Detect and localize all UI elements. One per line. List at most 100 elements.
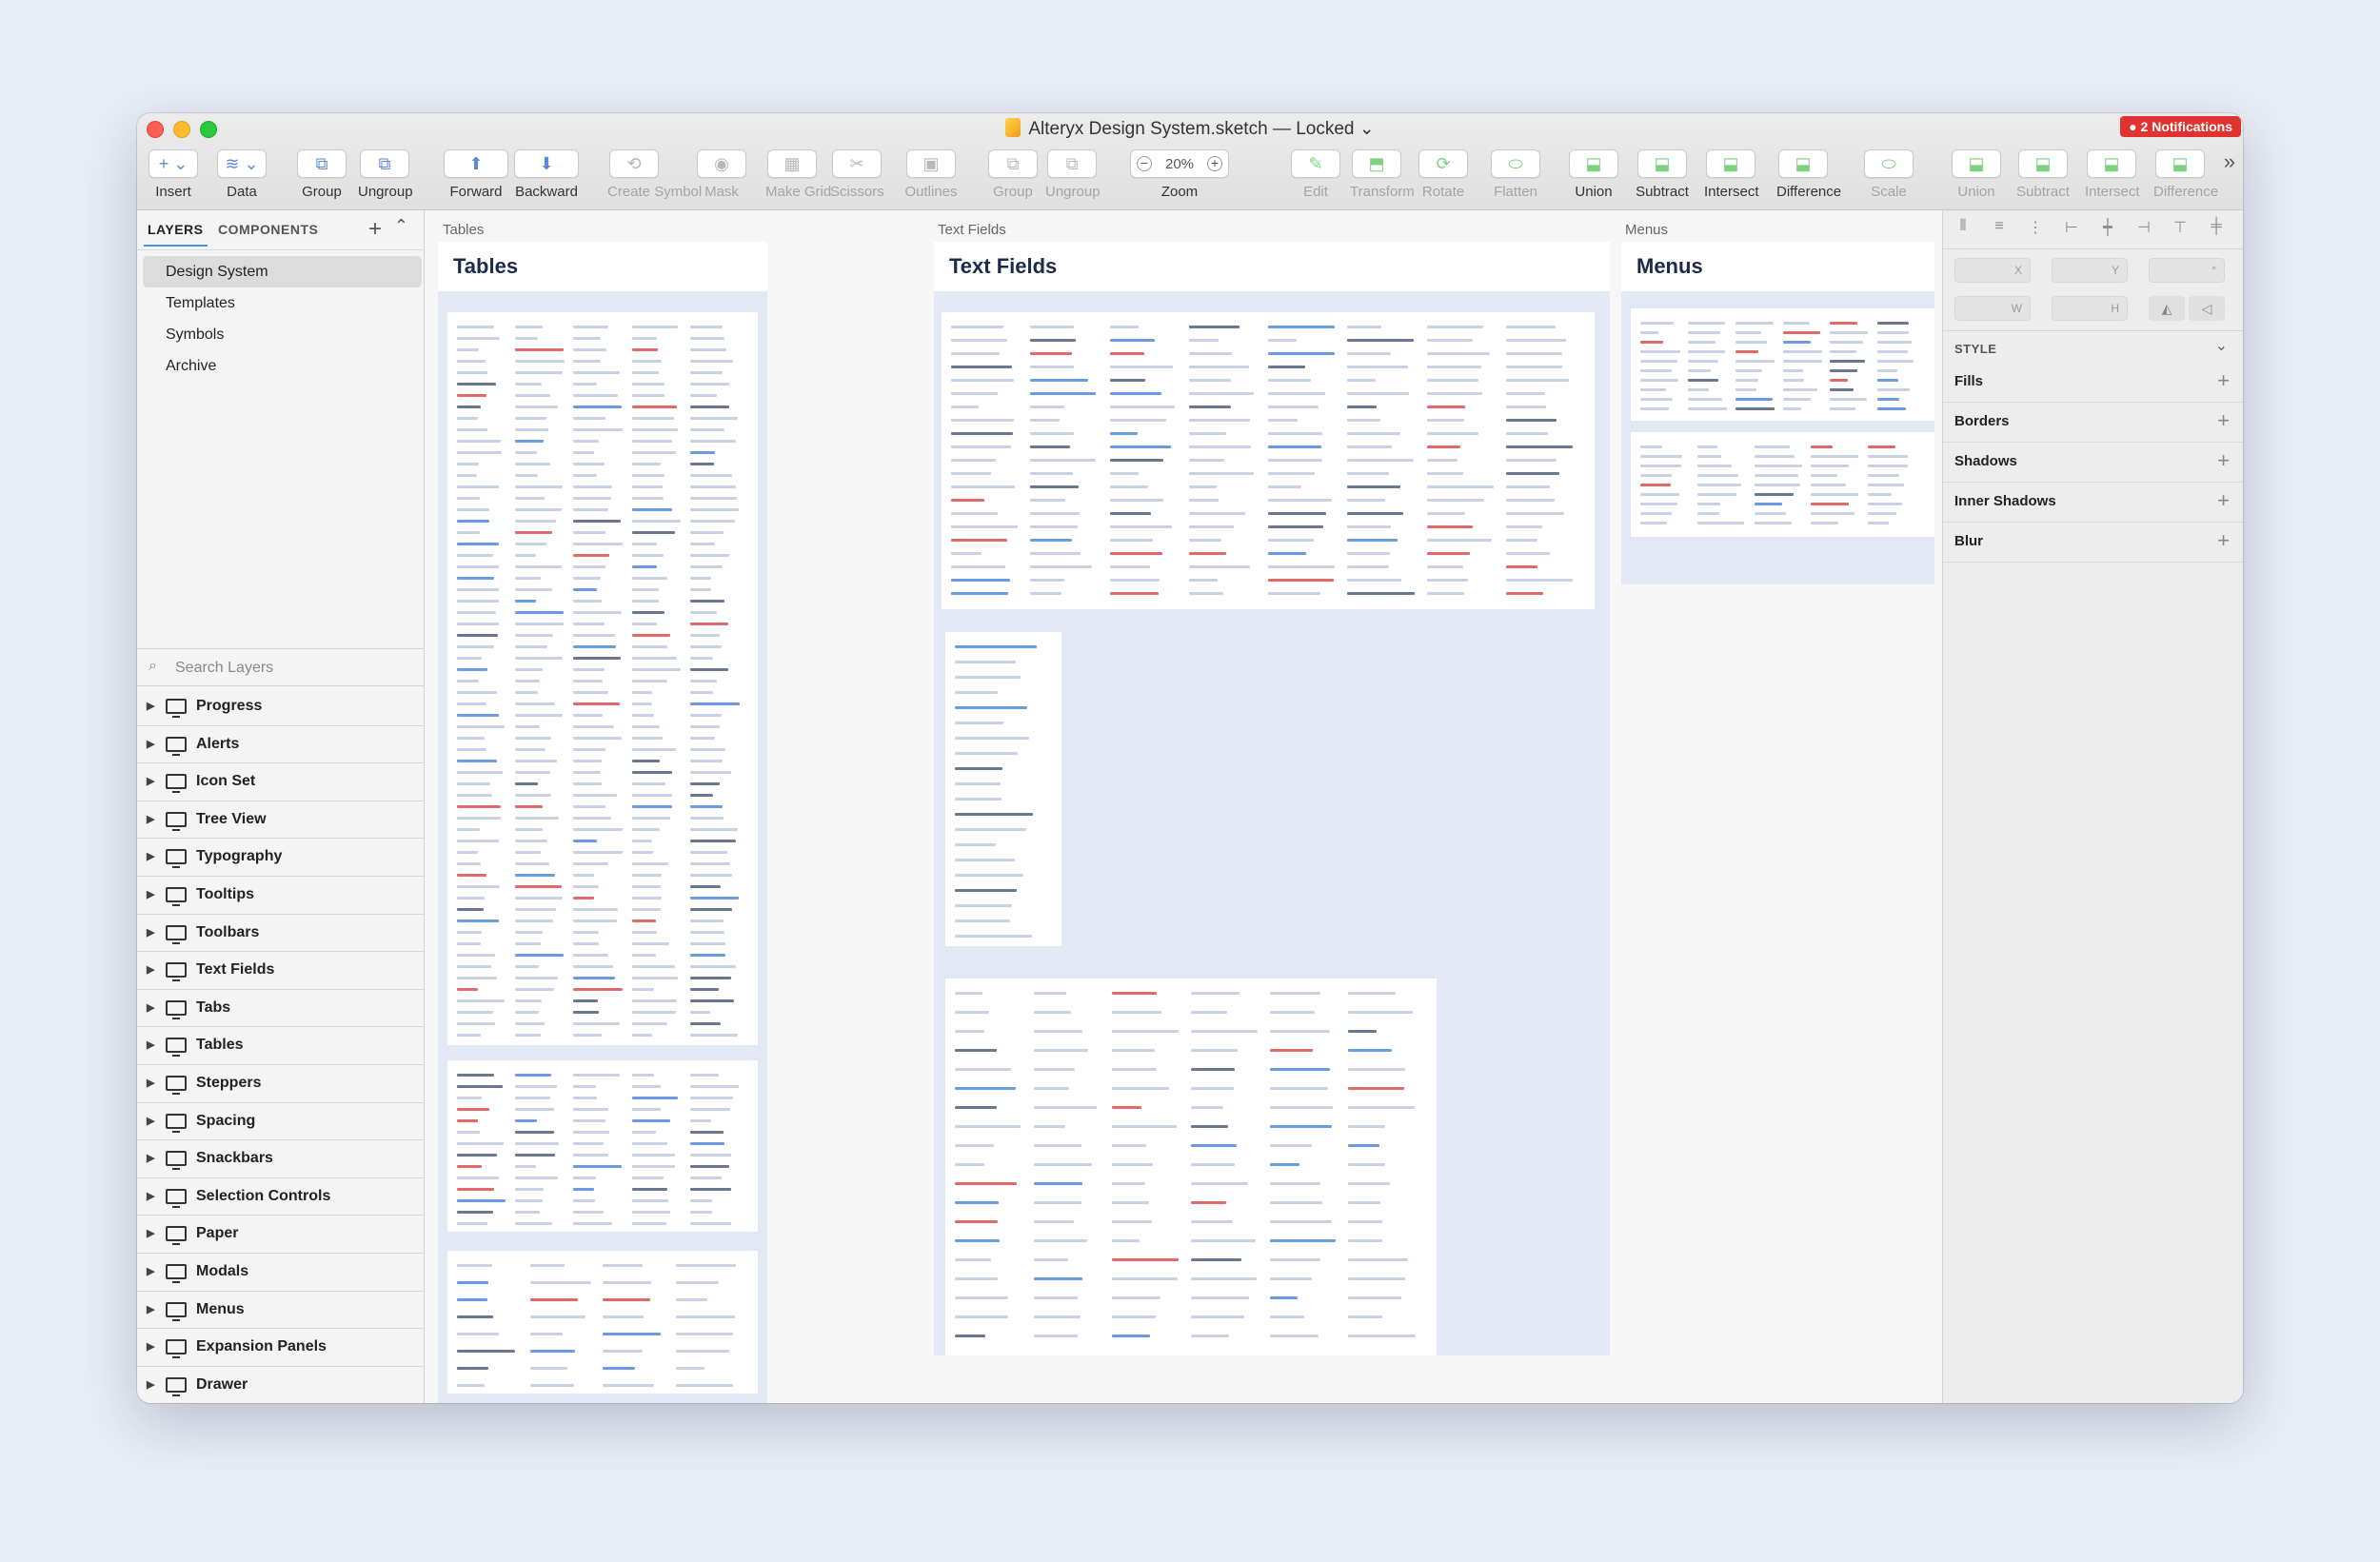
toolbar-transform-button[interactable]: ⬒ Transform [1350,149,1415,200]
layer-item-alerts[interactable]: ▶ Alerts [137,726,424,764]
disclosure-triangle-icon[interactable]: ▶ [147,775,154,787]
add-icon[interactable]: + [2217,408,2230,433]
style-row-borders[interactable]: Borders + [1943,403,2243,443]
tab-components[interactable]: COMPONENTS [218,222,318,237]
disclosure-triangle-icon[interactable]: ▶ [147,1265,154,1277]
toolbar-overflow-icon[interactable]: » [2224,149,2235,174]
toolbar-scale-button[interactable]: ⬭ Scale [1862,149,1915,200]
artboard-tables[interactable]: Tables [438,242,767,1403]
add-icon[interactable]: + [2217,488,2230,513]
distribute-vertical-icon[interactable]: ≡ [1989,218,2010,237]
canvas[interactable]: Tables Tables Text Fields Text Fields Me… [426,210,1934,1403]
align-right-icon[interactable]: ⊣ [2133,218,2154,237]
layer-item-toolbars[interactable]: ▶ Toolbars [137,915,424,953]
toolbar-scissors-button[interactable]: ✂ Scissors [830,149,884,200]
style-row-shadows[interactable]: Shadows + [1943,443,2243,483]
style-row-blur[interactable]: Blur + [1943,523,2243,563]
layer-item-progress[interactable]: ▶ Progress [137,688,424,726]
page-item-design-system[interactable]: Design System [143,256,422,287]
disclosure-triangle-icon[interactable]: ▶ [147,926,154,939]
layer-item-modals[interactable]: ▶ Modals [137,1254,424,1292]
artboard-label-text-fields[interactable]: Text Fields [938,222,1006,238]
disclosure-triangle-icon[interactable]: ▶ [147,1152,154,1164]
style-row-inner-shadows[interactable]: Inner Shadows + [1943,483,2243,523]
toolbar-difference-button[interactable]: ⬓ Difference [1776,149,1841,200]
toolbar-ungroup-button[interactable]: ⧉ Ungroup [358,149,413,200]
disclosure-triangle-icon[interactable]: ▶ [147,1001,154,1014]
tab-layers[interactable]: LAYERS [144,222,208,247]
artboard-label-tables[interactable]: Tables [443,222,484,238]
zoom-in-button[interactable]: + [1207,156,1222,171]
toolbar-ungroup-button[interactable]: ⧉ Ungroup [1045,149,1101,200]
layer-item-tables[interactable]: ▶ Tables [137,1027,424,1065]
rotation-field[interactable]: ° [2149,258,2225,283]
toolbar-backward-button[interactable]: ⬇ Backward [512,149,581,200]
toolbar-insert-button[interactable]: + ⌄ Insert [147,149,200,200]
search-input[interactable]: Search Layers [175,660,273,677]
layer-item-selection-controls[interactable]: ▶ Selection Controls [137,1178,424,1216]
toolbar-group-button[interactable]: ⧉ Group [986,149,1040,200]
artboard-label-menus[interactable]: Menus [1625,222,1668,238]
add-page-icon[interactable]: + [368,216,382,243]
align-left-icon[interactable]: ⊢ [2061,218,2082,237]
notifications-badge[interactable]: ● 2 Notifications [2120,116,2241,137]
layer-item-steppers[interactable]: ▶ Steppers [137,1065,424,1103]
disclosure-triangle-icon[interactable]: ▶ [147,1038,154,1051]
layer-item-spacing[interactable]: ▶ Spacing [137,1103,424,1141]
toolbar-intersect-button[interactable]: ⬓ Intersect [2085,149,2140,200]
disclosure-triangle-icon[interactable]: ▶ [147,1303,154,1315]
toolbar-union-button[interactable]: ⬓ Union [1567,149,1620,200]
toolbar-make-grid-button[interactable]: ▦ Make Grid [765,149,831,200]
toolbar-difference-button[interactable]: ⬓ Difference [2153,149,2218,200]
layer-item-drawer[interactable]: ▶ Drawer [137,1367,424,1403]
collapse-pages-icon[interactable]: ⌃ [394,216,408,236]
artboard-text-fields[interactable]: Text Fields [934,242,1610,1355]
disclosure-triangle-icon[interactable]: ▶ [147,850,154,862]
disclosure-triangle-icon[interactable]: ▶ [147,1227,154,1239]
toolbar-rotate-button[interactable]: ⟳ Rotate [1417,149,1470,200]
layer-search[interactable]: ⌕ Search Layers [137,650,424,686]
zoom-value[interactable]: 20% [1165,156,1194,172]
disclosure-triangle-icon[interactable]: ▶ [147,1378,154,1391]
page-item-archive[interactable]: Archive [143,350,422,382]
layer-item-snackbars[interactable]: ▶ Snackbars [137,1140,424,1178]
width-field[interactable]: W [1954,296,2031,321]
layer-item-tooltips[interactable]: ▶ Tooltips [137,877,424,915]
toolbar-data-button[interactable]: ≋ ⌄ Data [215,149,268,200]
layer-item-expansion-panels[interactable]: ▶ Expansion Panels [137,1329,424,1367]
toolbar-subtract-button[interactable]: ⬓ Subtract [1636,149,1689,200]
disclosure-triangle-icon[interactable]: ▶ [147,813,154,825]
y-field[interactable]: Y [2052,258,2128,283]
disclosure-triangle-icon[interactable]: ▶ [147,1077,154,1089]
disclosure-triangle-icon[interactable]: ▶ [147,700,154,712]
layer-item-text-fields[interactable]: ▶ Text Fields [137,952,424,990]
layer-item-typography[interactable]: ▶ Typography [137,839,424,877]
align-middle-icon[interactable]: ╪ [2206,218,2227,237]
artboard-menus[interactable]: Menus [1621,242,1934,584]
disclosure-triangle-icon[interactable]: ▶ [147,1115,154,1127]
add-icon[interactable]: + [2217,448,2230,473]
document-title[interactable]: Alteryx Design System.sketch — Locked ⌄ [137,118,2243,140]
flip-horizontal-icon[interactable]: ◭ [2149,296,2185,321]
toolbar-forward-button[interactable]: ⬆ Forward [442,149,510,200]
chevron-down-icon[interactable]: ⌄ [2215,336,2228,355]
layer-item-menus[interactable]: ▶ Menus [137,1292,424,1330]
toolbar-intersect-button[interactable]: ⬓ Intersect [1704,149,1759,200]
toolbar-outlines-button[interactable]: ▣ Outlines [904,149,958,200]
page-item-symbols[interactable]: Symbols [143,319,422,350]
distribute-horizontal-icon[interactable]: ⫴ [1953,218,1973,237]
toolbar-create-symbol-button[interactable]: ⟲ Create Symbol [607,149,702,200]
height-field[interactable]: H [2052,296,2128,321]
pages-divider[interactable] [137,648,424,649]
layer-item-icon-set[interactable]: ▶ Icon Set [137,763,424,801]
add-icon[interactable]: + [2217,368,2230,393]
align-bottom-icon[interactable]: ⊥ [2242,218,2243,237]
disclosure-triangle-icon[interactable]: ▶ [147,888,154,900]
toolbar-flatten-button[interactable]: ⬭ Flatten [1489,149,1542,200]
align-top-icon[interactable]: ⊤ [2170,218,2191,237]
zoom-out-button[interactable]: − [1137,156,1152,171]
flip-vertical-icon[interactable]: ◁ [2189,296,2225,321]
disclosure-triangle-icon[interactable]: ▶ [147,1190,154,1202]
layer-item-tree-view[interactable]: ▶ Tree View [137,801,424,840]
toolbar-mask-button[interactable]: ◉ Mask [695,149,748,200]
